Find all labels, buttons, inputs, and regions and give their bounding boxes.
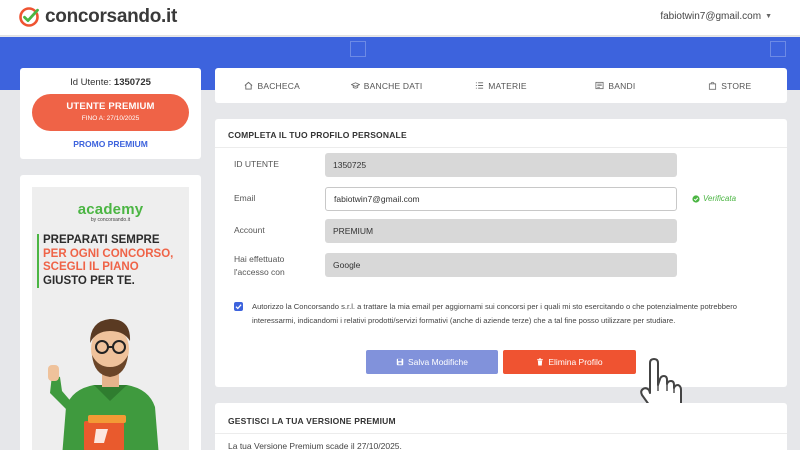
nav-label: BANDI	[608, 80, 636, 91]
access-label: Hai effettuato l'accesso con	[234, 253, 285, 279]
nav-item-bacheca[interactable]: BACHECA	[215, 81, 329, 91]
ad-headline: PREPARATI SEMPRE PER OGNI CONCORSO, SCEG…	[37, 234, 173, 288]
user-menu[interactable]: fabiotwin7@gmail.com ▼	[660, 11, 772, 22]
email-field[interactable]: fabiotwin7@gmail.com	[325, 187, 677, 211]
user-id-label: Id Utente:	[70, 77, 112, 88]
check-circle-logo-icon	[19, 7, 39, 27]
ad-banner[interactable]: academy by concorsando.it PREPARATI SEMP…	[32, 187, 189, 450]
ad-line: PREPARATI SEMPRE	[43, 234, 160, 246]
shopping-bag-icon	[709, 81, 717, 90]
premium-expiry: FINO A: 27/10/2025	[81, 115, 140, 122]
user-id-value: 1350725	[113, 77, 151, 88]
premium-expiry-text: La tua Versione Premium scade il 27/10/2…	[228, 441, 402, 450]
nav-label: BANCHE DATI	[363, 80, 423, 91]
list-icon	[476, 82, 484, 89]
academy-ad[interactable]: academy by concorsando.it PREPARATI SEMP…	[20, 175, 201, 450]
logo-text: concorsando.it	[45, 6, 177, 27]
save-button[interactable]: Salva Modifiche	[366, 350, 498, 374]
academy-logo-sub: by concorsando.it	[90, 217, 131, 223]
access-provider-field: Google	[325, 253, 677, 277]
decorative-square	[350, 41, 366, 57]
ad-line: SCEGLI IL PIANO	[43, 261, 139, 273]
id-label: ID UTENTE	[234, 159, 279, 169]
main-nav: BACHECA BANCHE DATI MATERIE BANDI STORE	[215, 68, 787, 103]
trash-icon	[537, 358, 544, 366]
ad-line: GIUSTO PER TE.	[43, 274, 135, 287]
access-label-line: l'accesso con	[234, 267, 285, 277]
account-field: PREMIUM	[325, 219, 677, 243]
consent-row: Autorizzo la Concorsando s.r.l. a tratta…	[234, 300, 774, 328]
promo-premium-link[interactable]: PROMO PREMIUM	[20, 139, 201, 149]
nav-item-banche-dati[interactable]: BANCHE DATI	[329, 81, 443, 91]
nav-item-bandi[interactable]: BANDI	[558, 81, 672, 91]
divider	[215, 433, 787, 434]
nav-label: STORE	[721, 80, 752, 91]
graduation-cap-icon	[350, 82, 360, 89]
delete-label: Elimina Profilo	[548, 357, 603, 367]
premium-management-card: GESTISCI LA TUA VERSIONE PREMIUM La tua …	[215, 403, 787, 450]
account-label: Account	[234, 225, 265, 235]
ad-line: PER OGNI CONCORSO,	[43, 247, 174, 260]
academy-logo-text: academy	[77, 201, 144, 218]
nav-label: BACHECA	[257, 80, 300, 91]
student-illustration	[48, 319, 159, 450]
email-label: Email	[234, 193, 256, 203]
logo[interactable]: concorsando.it	[18, 6, 177, 28]
floppy-disk-icon	[396, 358, 404, 366]
user-id: Id Utente: 1350725	[20, 77, 201, 88]
nav-item-materie[interactable]: MATERIE	[444, 81, 558, 91]
verified-label: Verificata	[703, 194, 737, 203]
premium-management-title: GESTISCI LA TUA VERSIONE PREMIUM	[228, 416, 396, 426]
top-bar: concorsando.it fabiotwin7@gmail.com ▼	[0, 0, 800, 36]
consent-text: Autorizzo la Concorsando s.r.l. a tratta…	[252, 302, 737, 325]
save-label: Salva Modifiche	[407, 357, 468, 367]
premium-badge: UTENTE PREMIUM FINO A: 27/10/2025	[32, 94, 189, 131]
profile-card: COMPLETA IL TUO PROFILO PERSONALE ID UTE…	[215, 119, 787, 387]
divider	[215, 147, 787, 148]
user-email: fabiotwin7@gmail.com	[660, 11, 762, 22]
email-verified: Verificata	[692, 194, 736, 203]
academy-logo: academy by concorsando.it	[32, 201, 189, 223]
user-card: Id Utente: 1350725 UTENTE PREMIUM FINO A…	[20, 68, 201, 159]
consent-checkbox[interactable]	[234, 302, 243, 311]
home-icon	[245, 81, 253, 90]
check-circle-icon	[692, 194, 700, 203]
delete-profile-button[interactable]: Elimina Profilo	[503, 350, 636, 374]
id-field: 1350725	[325, 153, 677, 177]
premium-title: UTENTE PREMIUM	[66, 101, 155, 112]
newspaper-icon	[595, 81, 604, 90]
nav-label: MATERIE	[488, 80, 527, 91]
access-label-line: Hai effettuato	[234, 254, 285, 264]
chevron-down-icon: ▼	[765, 13, 772, 20]
nav-item-store[interactable]: STORE	[673, 81, 787, 91]
checkmark-icon	[235, 304, 242, 310]
decorative-square	[770, 41, 786, 57]
profile-title: COMPLETA IL TUO PROFILO PERSONALE	[228, 130, 407, 140]
